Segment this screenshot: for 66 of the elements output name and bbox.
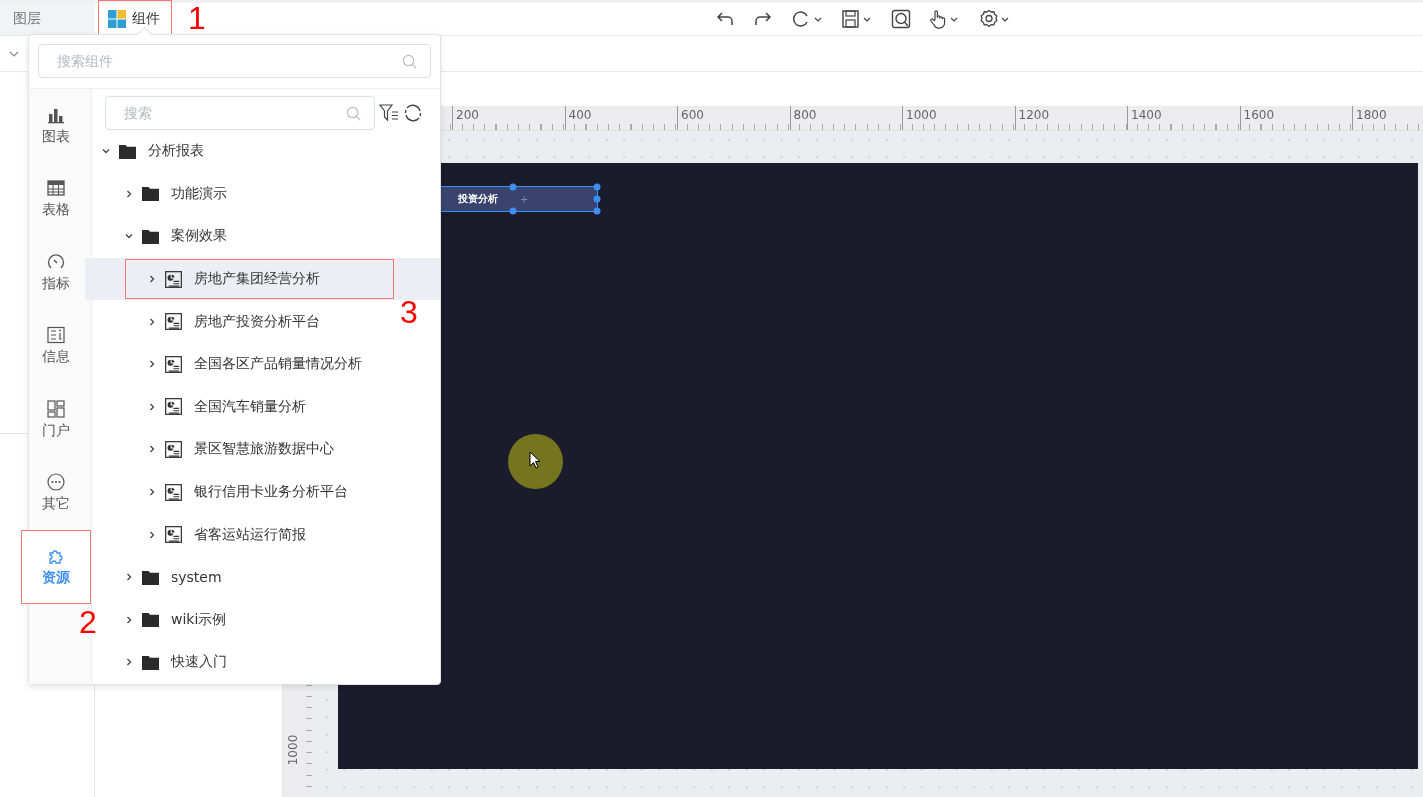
category-tab[interactable]: 其它 <box>21 456 91 530</box>
ruler-label: 800 <box>792 108 817 122</box>
panel-tab[interactable]: 组件 <box>98 3 172 35</box>
tree-item[interactable]: 省客运站运行简报 <box>146 513 306 556</box>
annotation-number: 3 <box>400 296 418 328</box>
tree-item[interactable]: 分析报表 <box>100 130 204 173</box>
ruler-label: 1000 <box>286 734 301 766</box>
category-tab[interactable]: 表格 <box>21 162 91 236</box>
filter-icon[interactable] <box>379 103 399 123</box>
category-tab[interactable]: 门户 <box>21 383 91 457</box>
refresh-dropdown-icon[interactable] <box>791 9 823 29</box>
tree-item[interactable]: 快速入门 <box>123 641 227 684</box>
grid-icon <box>108 10 126 28</box>
category-tab[interactable]: 图表 <box>21 89 91 163</box>
search-icon <box>402 54 417 69</box>
ruler-label: 400 <box>567 108 592 122</box>
category-tab[interactable]: 指标 <box>21 236 91 310</box>
ruler-label: 1600 <box>1242 108 1275 122</box>
report-icon <box>165 526 182 544</box>
cursor-highlight <box>508 434 563 489</box>
report-icon <box>165 440 182 458</box>
ruler-label: 600 <box>680 108 704 122</box>
resize-handle[interactable] <box>509 207 516 215</box>
folder-icon <box>142 228 159 245</box>
info-icon <box>47 326 65 345</box>
ruler-label: 1400 <box>1130 108 1162 122</box>
search-field[interactable]: 搜索 <box>105 96 375 130</box>
resize-handle[interactable] <box>509 183 516 191</box>
ruler-label: 1800 <box>1355 108 1387 122</box>
folder-icon <box>142 653 159 671</box>
annotation-number: 1 <box>188 2 206 34</box>
refresh-icon[interactable] <box>403 103 423 123</box>
save-dropdown-icon[interactable] <box>841 9 873 29</box>
ruler-label: 1000 <box>905 108 937 122</box>
annotation-number: 2 <box>79 606 97 638</box>
search-icon <box>346 106 361 121</box>
zoom-fit-icon[interactable] <box>891 9 911 29</box>
category-tab[interactable]: 信息 <box>21 309 91 383</box>
folder-icon <box>142 185 159 203</box>
widget-tab-label[interactable]: 投资分析 <box>458 192 498 206</box>
ruler-label: 200 <box>455 108 479 122</box>
tree-item[interactable]: wiki示例 <box>123 598 227 642</box>
report-icon <box>165 313 182 331</box>
folder-icon <box>142 568 159 586</box>
report-icon <box>165 483 182 501</box>
table-icon <box>47 179 65 198</box>
folder-icon <box>119 142 136 160</box>
tree-item[interactable]: 房地产集团经营分析 <box>146 257 320 301</box>
tree-item[interactable]: 景区智慧旅游数据中心 <box>146 428 334 471</box>
cursor-icon <box>529 451 541 469</box>
more-icon <box>47 473 65 492</box>
gauge-icon <box>47 252 65 271</box>
layout-icon <box>47 399 65 418</box>
report-icon <box>165 355 182 373</box>
tree-item[interactable]: 全国汽车销量分析 <box>146 385 306 429</box>
tree-item[interactable]: 功能演示 <box>123 172 227 216</box>
tree-item[interactable]: 房地产投资分析平台 <box>146 300 320 343</box>
tree-item[interactable]: system <box>123 555 222 599</box>
panel-tab[interactable]: 图层 <box>0 3 95 35</box>
report-icon <box>165 270 182 288</box>
search-field[interactable]: 搜索组件 <box>38 44 431 78</box>
tree-item[interactable]: 案例效果 <box>123 215 227 258</box>
report-icon <box>165 398 182 416</box>
ruler-label: 1200 <box>1017 108 1050 122</box>
folder-icon <box>142 611 159 629</box>
settings-dropdown-icon[interactable] <box>979 9 1011 29</box>
